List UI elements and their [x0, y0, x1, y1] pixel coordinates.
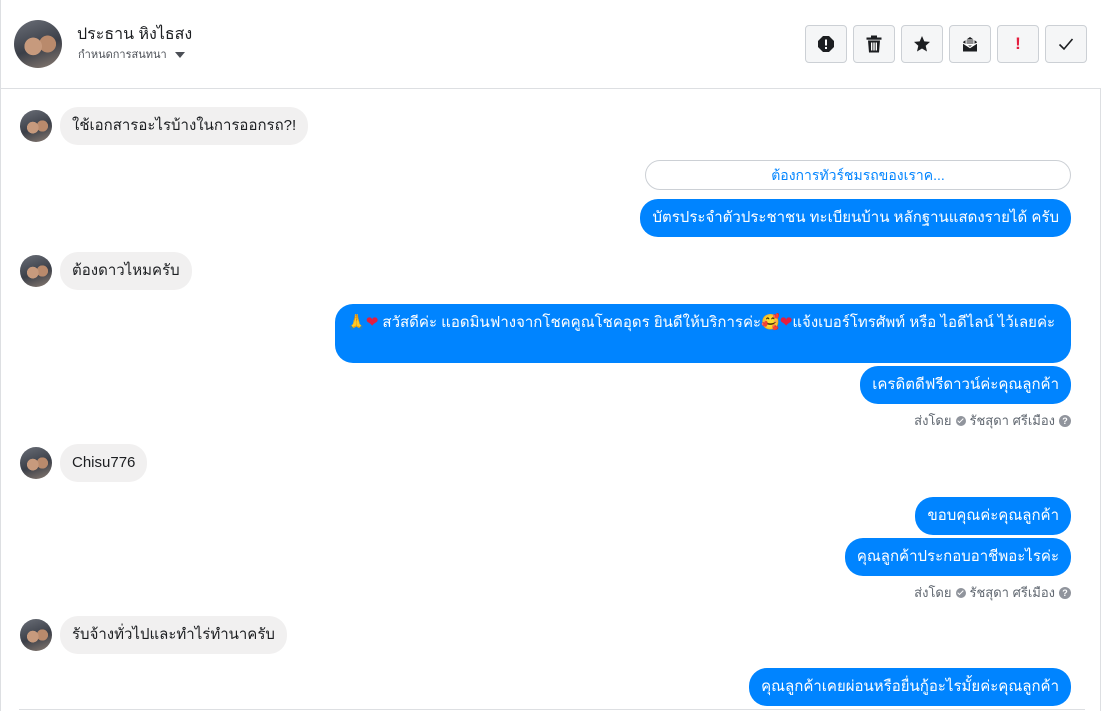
sent-by-text: ส่งโดย — [914, 585, 952, 600]
message-bubble: Chisu776 — [60, 444, 148, 482]
sent-by-label: ส่งโดย รัชสุดา ศรีเมือง ? — [914, 410, 1071, 431]
outgoing-message: บัตรประจำตัวประชาชน ทะเบียนบ้าน หลักฐานแ… — [640, 199, 1071, 237]
done-check-icon — [1058, 38, 1074, 51]
sent-by-text: ส่งโดย — [914, 413, 952, 428]
message-bubble: ใช้เอกสารอะไรบ้างในการออกรถ?! — [60, 107, 309, 145]
conversation-panel: ประธาน หิงไธสง กำหนดการสนทนา ! ใช้เอกสาร… — [0, 0, 1101, 711]
message-bubble: รับจ้างทั่วไปและทำไร่ทำนาครับ — [60, 616, 287, 654]
message-text: แจ้งเบอร์โทรศัพท์ หรือ ไอดีไลน์ ไว้เลยค่… — [792, 314, 1056, 331]
contact-name[interactable]: ประธาน หิงไธสง — [77, 22, 192, 47]
help-icon[interactable]: ? — [1059, 414, 1071, 427]
trash-icon — [866, 35, 882, 53]
flag-button[interactable]: ! — [997, 25, 1039, 63]
incoming-message: ใช้เอกสารอะไรบ้างในการออกรถ?! — [20, 107, 309, 145]
check-circle-icon — [955, 415, 966, 426]
message-bubble: ต้องดาวไหมครับ — [60, 252, 192, 290]
report-button[interactable] — [805, 25, 847, 63]
chevron-down-icon — [174, 51, 185, 58]
delete-button[interactable] — [853, 25, 895, 63]
assign-conversation-dropdown[interactable]: กำหนดการสนทนา — [78, 45, 185, 63]
avatar — [20, 110, 52, 142]
message-thread[interactable]: ใช้เอกสารอะไรบ้างในการออกรถ?! ต้องการทัว… — [1, 89, 1101, 711]
mark-unread-icon — [962, 37, 978, 52]
outgoing-message: คุณลูกค้าประกอบอาชีพอะไรค่ะ — [844, 538, 1071, 576]
assign-label: กำหนดการสนทนา — [78, 49, 167, 61]
flag-icon: ! — [1015, 34, 1021, 53]
avatar — [20, 447, 52, 479]
sent-by-label: ส่งโดย รัชสุดา ศรีเมือง ? — [914, 582, 1071, 603]
quick-reply-chip[interactable]: ต้องการทัวร์ชมรถของเราค... — [645, 160, 1071, 190]
agent-name[interactable]: รัชสุดา ศรีเมือง — [970, 582, 1056, 603]
star-icon — [914, 36, 930, 52]
mark-done-button[interactable] — [1045, 25, 1087, 63]
avatar — [20, 255, 52, 287]
conversation-toolbar: ! — [805, 25, 1087, 63]
report-icon — [818, 36, 834, 52]
incoming-message: Chisu776 — [20, 444, 148, 482]
conversation-header: ประธาน หิงไธสง กำหนดการสนทนา ! — [1, 0, 1101, 89]
agent-name[interactable]: รัชสุดา ศรีเมือง — [970, 410, 1056, 431]
incoming-message: ต้องดาวไหมครับ — [20, 252, 192, 290]
incoming-message: รับจ้างทั่วไปและทำไร่ทำนาครับ — [20, 616, 287, 654]
check-circle-icon — [955, 587, 966, 598]
avatar — [20, 619, 52, 651]
contact-avatar[interactable] — [14, 20, 62, 68]
star-button[interactable] — [901, 25, 943, 63]
mark-unread-button[interactable] — [949, 25, 991, 63]
heart-emoji: ❤ — [779, 314, 793, 331]
message-text: สวัสดีค่ะ แอดมินฟางจากโชคคูณโชคอุดร ยินด… — [378, 314, 762, 331]
outgoing-message: เครดิตดีฟรีดาวน์ค่ะคุณลูกค้า — [860, 366, 1071, 404]
pray-emoji: 🙏 — [347, 314, 366, 331]
divider — [19, 709, 1085, 710]
smiling-face-emoji: 🥰 — [761, 314, 780, 331]
outgoing-message: คุณลูกค้าเคยผ่อนหรือยื่นกู้อะไรมั้ยค่ะคุ… — [749, 668, 1071, 706]
outgoing-message: ขอบคุณค่ะคุณลูกค้า — [915, 497, 1071, 535]
outgoing-message: 🙏❤ สวัสดีค่ะ แอดมินฟางจากโชคคูณโชคอุดร ย… — [335, 304, 1071, 363]
help-icon[interactable]: ? — [1059, 586, 1071, 599]
heart-emoji: ❤ — [365, 314, 379, 331]
